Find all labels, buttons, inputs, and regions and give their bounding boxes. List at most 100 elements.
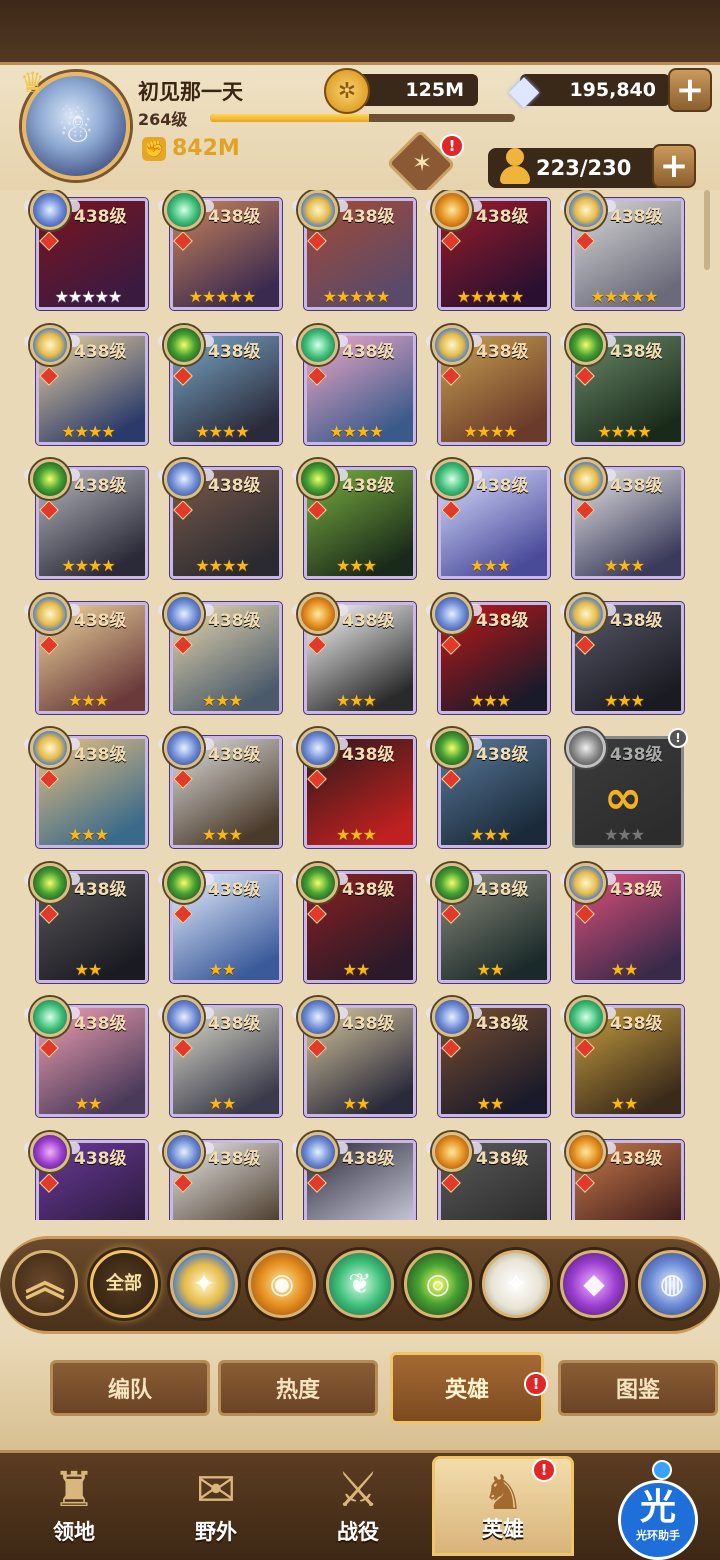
hero-level: 438级 [208, 476, 261, 496]
hypogean-faction-icon: ◆ [583, 1267, 605, 1300]
combat-power: ✊ 842M [142, 136, 240, 161]
hero-card[interactable]: 438级 ★★★ [292, 593, 418, 716]
gold-value: 125M [405, 79, 464, 101]
hero-level: 438级 [208, 341, 261, 362]
hero-alert-badge: ! [668, 728, 688, 748]
player-avatar[interactable]: ♛ ☃ [20, 66, 130, 180]
tab-popularity[interactable]: 热度 [218, 1360, 378, 1416]
hero-card[interactable]: 438级 ★★★ [24, 728, 150, 850]
nav-wild-label: 野外 [195, 1520, 237, 1544]
hero-card[interactable]: 438级 ★★★★ [426, 324, 552, 447]
hero-stars: ★★ [476, 1094, 505, 1113]
dimensional-faction-icon [298, 997, 338, 1037]
hero-level: 438级 [476, 745, 529, 765]
wilder-faction-icon: ❦ [348, 1267, 372, 1300]
filter-lightbearer-button[interactable]: ✦ [170, 1250, 238, 1318]
hero-card[interactable]: 438级 ★★★ [560, 459, 686, 581]
nav-territory[interactable]: ♜ 领地 [6, 1456, 142, 1556]
hero-grid[interactable]: 438级 ★★★★★ 438级 ★★★★★ 438级 ★★★★★ 438级 ★★★★★ 438级… [0, 190, 720, 1220]
hero-stars: ★★★ [469, 690, 511, 710]
nav-wild[interactable]: ✉ 野外 [148, 1456, 284, 1556]
hero-card[interactable]: 438级 ★★★ [426, 593, 552, 716]
wilder-faction-icon [164, 190, 204, 230]
hero-card[interactable]: 438级 ★★★★ [292, 324, 418, 447]
hero-stars: ★★ [610, 959, 639, 979]
hero-stars: ★★★ [67, 825, 109, 844]
filter-dimensional-button[interactable]: ◍ [638, 1250, 706, 1318]
formation-emblem-icon[interactable]: ✶ [407, 148, 437, 178]
hero-card[interactable]: 438级 ★★ [24, 997, 150, 1119]
grid-scrollbar[interactable] [704, 190, 710, 270]
dimensional-faction-icon [432, 997, 472, 1037]
filter-celestial-button[interactable]: ✧ [482, 1250, 550, 1318]
nav-campaign[interactable]: ⚔ 战役 [290, 1456, 426, 1556]
filter-all-button[interactable]: 全部 [90, 1250, 158, 1318]
hero-card[interactable]: 438级 [292, 1131, 418, 1220]
collapse-up-button[interactable]: ︽ [12, 1250, 78, 1316]
hero-stars: ★★★★ [463, 421, 517, 441]
hero-card[interactable]: 438级 ★★★ [426, 728, 552, 850]
tab-heroes[interactable]: 英雄 [390, 1352, 544, 1424]
hero-card[interactable]: 438级 [426, 1131, 552, 1220]
hero-card[interactable]: 438级 ★★★★ [560, 324, 686, 447]
hero-card[interactable]: 438级 ★★★★★ [560, 190, 686, 312]
filter-graveborn-button[interactable]: ◎ [404, 1250, 472, 1318]
hero-stars: ★★ [610, 1094, 639, 1113]
mauler-faction-icon [432, 190, 472, 230]
hero-level: 438级 [208, 1014, 261, 1034]
hero-card[interactable]: 438级 ★★ [292, 997, 418, 1119]
hero-card[interactable]: 438级 ★★ [560, 862, 686, 985]
lightbearer-faction-icon [566, 862, 606, 903]
person-icon [498, 146, 532, 188]
graveborn-faction-icon [30, 862, 70, 903]
xp-bar [210, 114, 515, 122]
hero-card[interactable]: 438级 ★★★ [292, 728, 418, 850]
hero-card[interactable]: 438级 ★★ [158, 862, 284, 985]
hero-card[interactable]: 438级 [560, 1131, 686, 1220]
faction-icon [566, 728, 606, 768]
hero-card[interactable]: 438级 ★★★ [158, 593, 284, 716]
hero-card[interactable]: 438级 ★★★★ [24, 459, 150, 581]
filter-wilder-button[interactable]: ❦ [326, 1250, 394, 1318]
hero-card[interactable]: 438级 ★★★ [158, 728, 284, 850]
hero-card[interactable]: ∞! 438级 ★★★ [566, 728, 688, 850]
hero-card[interactable]: 438级 ★★ [426, 862, 552, 985]
filter-mauler-button[interactable]: ◉ [248, 1250, 316, 1318]
hero-card[interactable]: 438级 [158, 1131, 284, 1220]
hero-stars: ★★ [342, 1094, 371, 1113]
hero-card[interactable]: 438级 [24, 1131, 150, 1220]
hero-card[interactable]: 438级 ★★★★★ [158, 190, 284, 312]
hero-level: 438级 [610, 1148, 663, 1169]
filter-hypogean-button[interactable]: ◆ [560, 1250, 628, 1318]
hero-card[interactable]: 438级 ★★★ [560, 593, 686, 716]
hero-card[interactable]: 438级 ★★★★★ [292, 190, 418, 312]
hero-stars: ★★★★ [329, 421, 383, 441]
add-diamonds-button[interactable]: + [668, 68, 712, 112]
hero-card[interactable]: 438级 ★★★★★ [24, 190, 150, 312]
hero-card[interactable]: 438级 ★★★ [426, 459, 552, 581]
hero-card[interactable]: 438级 ★★ [560, 997, 686, 1119]
hero-card[interactable]: 438级 ★★ [292, 862, 418, 985]
hero-level: 438级 [208, 610, 261, 631]
dimensional-faction-icon [298, 1131, 338, 1172]
dimensional-faction-icon [432, 593, 472, 634]
hero-level: 438级 [74, 1014, 127, 1034]
hero-card[interactable]: 438级 ★★ [426, 997, 552, 1119]
hero-card[interactable]: 438级 ★★★★ [158, 459, 284, 581]
hero-card[interactable]: 438级 ★★ [24, 862, 150, 985]
hero-card[interactable]: 438级 ★★★★ [158, 324, 284, 447]
expand-capacity-button[interactable]: + [652, 144, 696, 188]
hero-stars: ★★★ [335, 690, 377, 710]
hero-card[interactable]: 438级 ★★★ [292, 459, 418, 581]
halo-assistant-button[interactable]: 光 光环助手 [618, 1480, 698, 1560]
hero-card[interactable]: 438级 ★★★ [24, 593, 150, 716]
hero-card[interactable]: 438级 ★★★★★ [426, 190, 552, 312]
hero-stars: ★★★★★ [188, 287, 257, 306]
hero-card[interactable]: 438级 ★★ [158, 997, 284, 1119]
hero-stars: ★★ [74, 1094, 103, 1113]
hero-stars: ★★ [476, 959, 505, 979]
hero-level: 438级 [208, 879, 261, 900]
tab-formation[interactable]: 编队 [50, 1360, 210, 1416]
hero-card[interactable]: 438级 ★★★★ [24, 324, 150, 447]
tab-codex[interactable]: 图鉴 [558, 1360, 718, 1416]
